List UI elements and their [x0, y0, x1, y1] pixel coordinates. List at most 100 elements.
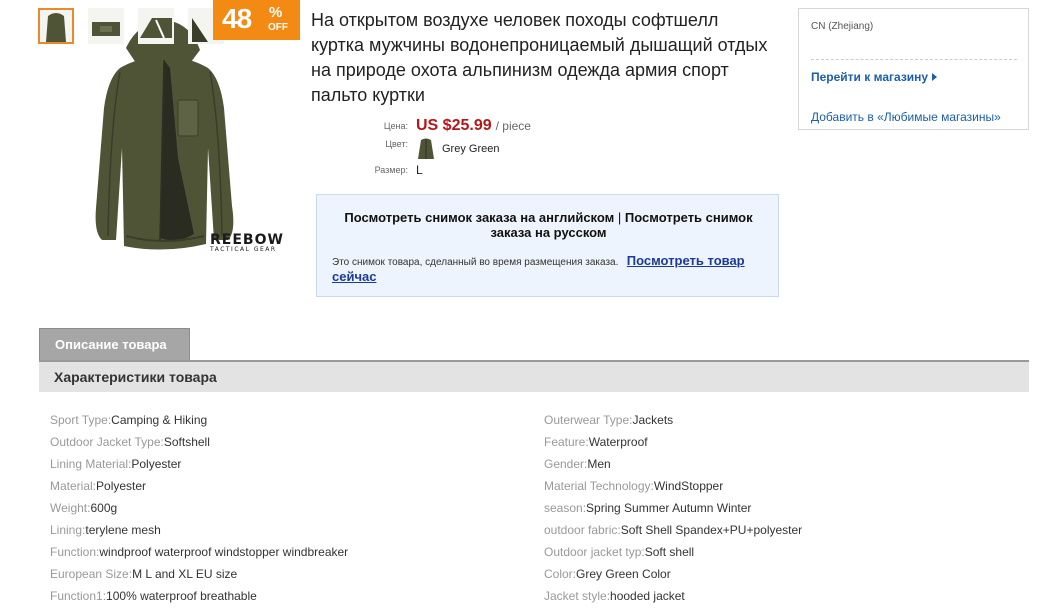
specs-header: Характеристики товара [39, 362, 1029, 392]
price-row: Цена: US $25.99 / piece [340, 117, 780, 135]
size-label: Размер: [374, 165, 408, 175]
spec-item: Outdoor jacket typ:Soft shell [544, 541, 802, 563]
brand-logo-sub: TACTICAL GEAR [210, 246, 277, 253]
price-label: Цена: [383, 121, 408, 131]
spec-item: Lining Material:Polyester [50, 453, 348, 475]
snapshot-links: Посмотреть снимок заказа на английском |… [337, 210, 760, 240]
discount-badge: 48 % OFF [213, 0, 300, 40]
size-value: L [416, 163, 423, 177]
thumbnail-2[interactable] [88, 8, 124, 44]
spec-item: Lining:terylene mesh [50, 519, 348, 541]
spec-key: season: [544, 501, 587, 515]
spec-item: Feature:Waterproof [544, 431, 802, 453]
jacket-thumb-icon [92, 22, 120, 36]
spec-key: Outdoor Jacket Type: [50, 435, 164, 449]
color-swatch[interactable] [416, 137, 436, 161]
spec-value: Grey Green Color [576, 567, 671, 581]
spec-value: Polyester [96, 479, 147, 493]
spec-value: 100% waterproof breathable [106, 589, 257, 603]
spec-key: Function: [50, 545, 100, 559]
jacket-image [38, 8, 290, 258]
spec-item: Function:windproof waterproof windstoppe… [50, 541, 348, 563]
color-value: Grey Green [442, 143, 500, 155]
spec-key: Lining Material: [50, 457, 132, 471]
snapshot-note-text: Это снимок товара, сделанный во время ра… [332, 257, 619, 268]
spec-value: Men [587, 457, 611, 471]
spec-value: Spring Summer Autumn Winter [586, 501, 752, 515]
spec-key: outdoor fabric: [544, 523, 621, 537]
discount-percent: % [269, 4, 283, 21]
product-main-image[interactable]: REEBOW TACTICAL GEAR [38, 8, 290, 258]
spec-value: 600g [90, 501, 118, 515]
store-origin: CN (Zhejiang) [811, 21, 874, 32]
spec-key: Color: [544, 567, 577, 581]
spec-value: hooded jacket [610, 589, 685, 603]
specs-right-column: Outerwear Type:Jackets Feature:Waterproo… [544, 409, 802, 607]
size-row: Размер: L [340, 163, 780, 177]
spec-key: Sport Type: [50, 413, 112, 427]
discount-number: 48 [222, 3, 252, 34]
spec-value: Soft shell [644, 545, 695, 559]
spec-key: European Size: [50, 567, 133, 581]
go-to-store-link[interactable]: Перейти к магазину [811, 70, 938, 84]
spec-item: Outerwear Type:Jackets [544, 409, 802, 431]
specs-left-column: Sport Type:Camping & Hiking Outdoor Jack… [50, 409, 348, 607]
spec-key: Gender: [544, 457, 588, 471]
jacket-swatch-icon [418, 138, 434, 159]
spec-key: Material Technology: [544, 479, 654, 493]
spec-item: Weight:600g [50, 497, 348, 519]
product-gallery: REEBOW TACTICAL GEAR [38, 8, 290, 258]
spec-key: Outerwear Type: [544, 413, 633, 427]
go-to-store-label: Перейти к магазину [811, 70, 929, 84]
view-english-snapshot-link[interactable]: Посмотреть снимок заказа на английском [344, 210, 614, 225]
jacket-thumb-icon [140, 18, 172, 39]
order-snapshot-box: Посмотреть снимок заказа на английском |… [316, 194, 779, 297]
thumbnail-3[interactable] [138, 8, 174, 44]
spec-item: Material:Polyester [50, 475, 348, 497]
spec-key: Function1: [50, 589, 107, 603]
store-info-box: CN (Zhejiang) Перейти к магазину Добавит… [798, 8, 1029, 130]
color-row: Цвет: Grey Green [340, 137, 780, 161]
spec-item: European Size:M L and XL EU size [50, 563, 348, 585]
link-separator: | [617, 210, 622, 225]
spec-value: Jackets [632, 413, 674, 427]
color-label: Цвет: [385, 139, 408, 149]
spec-value: windproof waterproof windstopper windbre… [99, 545, 349, 559]
jacket-thumb-icon [46, 13, 66, 42]
spec-item: Sport Type:Camping & Hiking [50, 409, 348, 431]
spec-item: Function1:100% waterproof breathable [50, 585, 348, 607]
spec-item: outdoor fabric:Soft Shell Spandex+PU+pol… [544, 519, 802, 541]
spec-value: Softshell [163, 435, 210, 449]
price-unit: / piece [495, 119, 531, 133]
caret-right-icon [932, 73, 938, 81]
spec-key: Jacket style: [544, 589, 611, 603]
spec-item: Jacket style:hooded jacket [544, 585, 802, 607]
spec-value: Soft Shell Spandex+PU+polyester [620, 523, 803, 537]
spec-value: Camping & Hiking [111, 413, 208, 427]
spec-value: M L and XL EU size [132, 567, 238, 581]
spec-item: Material Technology:WindStopper [544, 475, 802, 497]
divider [811, 59, 1017, 60]
spec-key: Material: [50, 479, 97, 493]
discount-off: OFF [268, 22, 288, 33]
tab-product-description[interactable]: Описание товара [39, 328, 190, 361]
thumbnail-strip [38, 8, 224, 44]
spec-key: Lining: [50, 523, 86, 537]
thumbnail-1[interactable] [38, 8, 74, 44]
spec-value: Polyester [131, 457, 182, 471]
snapshot-note: Это снимок товара, сделанный во время ра… [332, 254, 772, 286]
spec-item: Outdoor Jacket Type:Softshell [50, 431, 348, 453]
spec-key: Outdoor jacket typ: [544, 545, 645, 559]
brand-logo: REEBOW TACTICAL GEAR [210, 232, 284, 253]
add-favorite-store-link[interactable]: Добавить в «Любимые магазины» [811, 110, 1001, 124]
spec-value: Waterproof [588, 435, 648, 449]
spec-key: Weight: [50, 501, 91, 515]
spec-item: Gender:Men [544, 453, 802, 475]
spec-item: season:Spring Summer Autumn Winter [544, 497, 802, 519]
spec-item: Color:Grey Green Color [544, 563, 802, 585]
spec-key: Feature: [544, 435, 589, 449]
spec-value: terylene mesh [85, 523, 161, 537]
spec-value: WindStopper [653, 479, 724, 493]
price-value: US $25.99 [416, 117, 492, 134]
product-title: На открытом воздухе человек походы софтш… [311, 10, 768, 105]
